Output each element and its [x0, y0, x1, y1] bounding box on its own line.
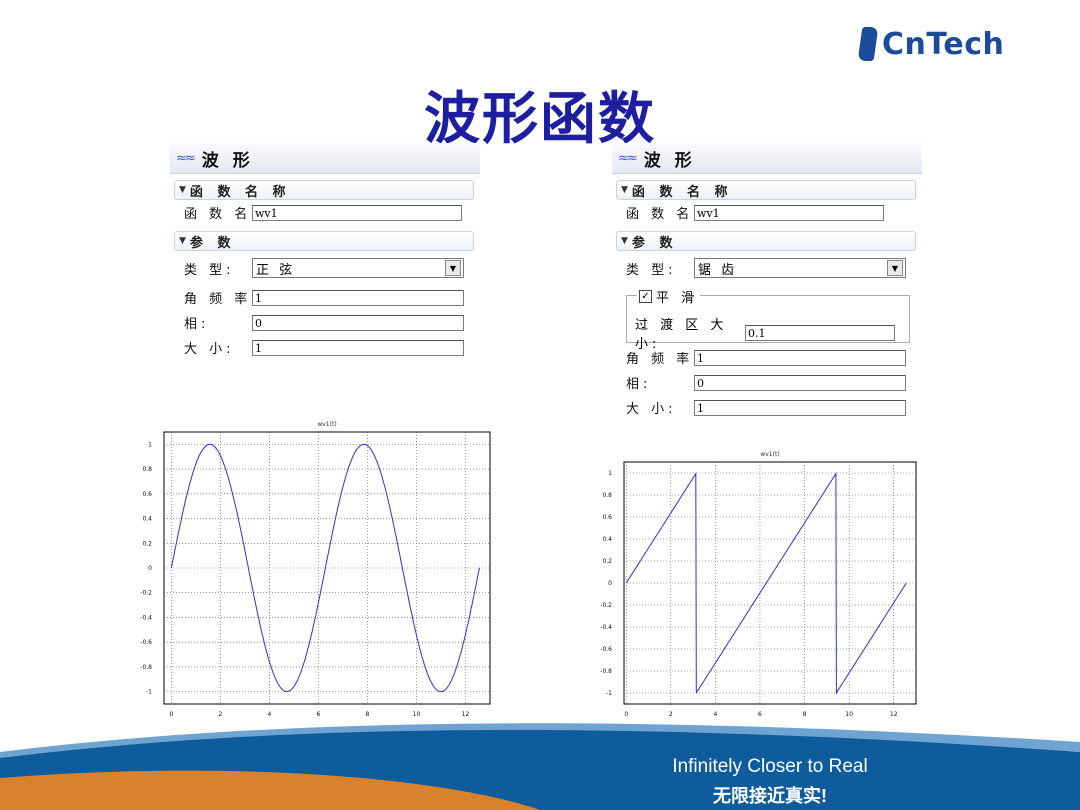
- logo-suffix: Tech: [926, 26, 1005, 62]
- type-select-value: 锯 齿: [698, 262, 738, 278]
- function-name-label: 函 数 名 称:: [184, 207, 285, 222]
- function-name-label: 函 数 名 称:: [626, 207, 727, 222]
- waveform-icon: ≈≈: [618, 150, 638, 166]
- y-tick-label: -0.2: [600, 602, 612, 609]
- amplitude-label: 大 小:: [184, 342, 235, 357]
- y-tick-label: 0.8: [602, 492, 612, 499]
- type-select[interactable]: 正 弦 ▼: [252, 258, 464, 278]
- section-function-name[interactable]: ▼ 函 数 名 称: [616, 180, 916, 200]
- section-function-name[interactable]: ▼ 函 数 名 称: [174, 180, 474, 200]
- y-tick-label: 0.8: [142, 466, 152, 473]
- chart-title: wv1(t): [317, 421, 336, 428]
- smoothing-label: 平 滑: [656, 291, 699, 306]
- row-type: 类 型: 正 弦 ▼: [170, 251, 480, 285]
- type-label: 类 型:: [626, 262, 677, 278]
- function-name-input[interactable]: wv1: [694, 204, 884, 221]
- y-tick-label: 1: [608, 470, 612, 477]
- footer-swoosh: [0, 723, 1080, 810]
- section-title: 参 数: [631, 235, 678, 251]
- row-amplitude: 大 小: 1: [170, 335, 480, 360]
- y-tick-label: 0.4: [142, 516, 152, 523]
- section-title: 函 数 名 称: [189, 184, 291, 200]
- amplitude-input[interactable]: 1: [252, 339, 464, 356]
- row-function-name: 函 数 名 称: wv1: [170, 200, 480, 225]
- y-tick-label: 0.4: [602, 536, 612, 543]
- row-function-name: 函 数 名 称: wv1: [612, 200, 922, 225]
- footer-slogan-chinese: 无限接近真实!: [713, 786, 827, 806]
- section-parameters[interactable]: ▼ 参 数: [616, 231, 916, 251]
- logo-mark-icon: [857, 27, 879, 61]
- row-phase: 相: 0: [170, 310, 480, 335]
- row-amplitude: 大 小: 1: [612, 395, 922, 420]
- row-angular-frequency: 角 频 率: 1: [170, 285, 480, 310]
- type-label: 类 型:: [184, 262, 235, 278]
- amplitude-input[interactable]: 1: [694, 399, 906, 416]
- cntech-logo: CnTech: [857, 24, 1004, 64]
- phase-input[interactable]: 0: [694, 374, 906, 391]
- section-title: 函 数 名 称: [631, 184, 733, 200]
- row-phase: 相: 0: [612, 370, 922, 395]
- phase-input[interactable]: 0: [252, 314, 464, 331]
- collapse-arrow-icon[interactable]: ▼: [179, 185, 186, 195]
- sine-wave-chart: wv1(t)0 2 4 6 8 10 1210.80.60.40.20-0.2-0.4-0.…: [140, 421, 491, 718]
- plot-frame: [623, 461, 917, 705]
- amplitude-label: 大 小:: [626, 402, 677, 417]
- smoothing-checkbox[interactable]: ✓: [639, 290, 652, 303]
- transition-size-input[interactable]: 0.1: [745, 325, 895, 341]
- sawtooth-wave-chart: wv1(t)0 2 4 6 8 10 1210.80.60.40.20-0.2-0.4-0.…: [600, 451, 917, 718]
- collapse-arrow-icon[interactable]: ▼: [621, 185, 628, 195]
- y-tick-label: 0: [608, 580, 612, 587]
- waveform-icon: ≈≈: [176, 150, 196, 166]
- y-tick-label: -0.2: [140, 590, 152, 597]
- panel-header-title: 波 形: [643, 150, 696, 171]
- waveform-panel-right: ≈≈ 波 形 ▼ 函 数 名 称 函 数 名 称: wv1 ▼ 参 数 类 型:…: [612, 143, 922, 420]
- waveform-panel-left: ≈≈ 波 形 ▼ 函 数 名 称 函 数 名 称: wv1 ▼ 参 数 类 型:…: [170, 143, 480, 360]
- type-select-value: 正 弦: [256, 262, 296, 278]
- y-tick-label: 0.6: [142, 491, 152, 498]
- y-tick-label: -1: [606, 690, 612, 697]
- chart-title: wv1(t): [760, 451, 779, 458]
- collapse-arrow-icon[interactable]: ▼: [179, 236, 186, 246]
- y-tick-label: -0.6: [600, 646, 612, 653]
- y-tick-label: -1: [146, 689, 152, 696]
- type-select[interactable]: 锯 齿 ▼: [694, 258, 906, 278]
- phase-label: 相:: [626, 377, 652, 392]
- panel-header: ≈≈ 波 形: [170, 143, 480, 174]
- y-tick-label: 1: [148, 441, 152, 448]
- section-parameters[interactable]: ▼ 参 数: [174, 231, 474, 251]
- logo-prefix: Cn: [882, 26, 927, 62]
- phase-label: 相:: [184, 317, 210, 332]
- dropdown-arrow-icon[interactable]: ▼: [445, 260, 461, 276]
- smoothing-group: ✓ 平 滑 过 渡 区 大 小: 0.1: [626, 287, 910, 352]
- y-tick-label: -0.4: [140, 614, 152, 621]
- angular-frequency-input[interactable]: 1: [252, 289, 464, 306]
- logo-text: CnTech: [882, 27, 1004, 62]
- collapse-arrow-icon[interactable]: ▼: [621, 236, 628, 246]
- y-tick-label: 0.2: [142, 540, 152, 547]
- y-tick-label: -0.8: [140, 664, 152, 671]
- angular-frequency-input[interactable]: 1: [694, 349, 906, 366]
- dropdown-arrow-icon[interactable]: ▼: [887, 260, 903, 276]
- section-title: 参 数: [189, 235, 236, 251]
- y-tick-label: -0.8: [600, 668, 612, 675]
- function-name-input[interactable]: wv1: [252, 204, 462, 221]
- row-angular-frequency: 角 频 率: 1: [612, 345, 922, 370]
- y-tick-label: -0.6: [140, 639, 152, 646]
- angular-frequency-label: 角 频 率:: [184, 292, 260, 307]
- panel-header: ≈≈ 波 形: [612, 143, 922, 174]
- y-tick-label: 0.2: [602, 558, 612, 565]
- footer-slogan-english: Infinitely Closer to Real: [672, 756, 868, 777]
- row-type: 类 型: 锯 齿 ▼: [612, 251, 922, 285]
- smoothing-legend: ✓ 平 滑: [637, 287, 701, 306]
- angular-frequency-label: 角 频 率:: [626, 352, 702, 367]
- panel-header-title: 波 形: [201, 150, 254, 171]
- y-tick-label: 0: [148, 565, 152, 572]
- y-tick-label: -0.4: [600, 624, 612, 631]
- y-tick-label: 0.6: [602, 514, 612, 521]
